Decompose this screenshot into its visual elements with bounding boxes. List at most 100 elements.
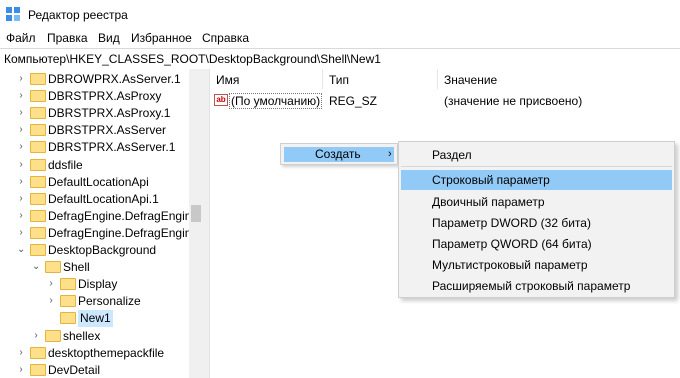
chevron-right-icon[interactable]: › [47,296,55,306]
folder-icon [45,261,61,274]
folder-icon [30,346,46,359]
tree-scrollbar[interactable] [189,69,203,378]
tree-item-label: DevDetail [48,362,101,377]
chevron-right-icon[interactable]: › [17,176,25,186]
tree-item[interactable]: › desktopthemepackfile [0,345,189,362]
folder-icon [30,363,46,376]
menu-separator [401,166,672,167]
tree-item[interactable]: ⌄ Shell [0,259,189,276]
tree-item-label: DefaultLocationApi.1 [48,191,159,206]
folder-icon [30,90,46,103]
folder-icon [30,73,46,85]
tree-item[interactable]: › Personalize [0,293,189,310]
column-separator[interactable] [437,69,438,89]
tree-item[interactable]: › DevDetail [0,362,189,378]
chevron-right-icon[interactable]: › [17,159,25,169]
window-title: Редактор реестра [28,8,128,22]
tree-item[interactable]: › DefaultLocationApi [0,174,189,191]
submenu-item-label: Двоичный параметр [432,195,545,209]
address-bar[interactable]: Компьютер\HKEY_CLASSES_ROOT\DesktopBackg… [0,48,680,70]
chevron-down-icon[interactable]: ⌄ [17,245,25,255]
menu-create-label: Создать [315,147,361,161]
value-data: (значение не присвоено) [444,94,583,108]
chevron-right-icon[interactable]: › [17,347,25,357]
column-header-type[interactable]: Тип [329,73,349,87]
tree-item[interactable]: › DBROWPRX.AsServer.1 [0,71,189,88]
menu-view[interactable]: Вид [98,30,120,47]
folder-icon [30,107,46,120]
tree-item-label: shellex [63,328,101,343]
address-path[interactable]: Компьютер\HKEY_CLASSES_ROOT\DesktopBackg… [4,52,381,66]
chevron-right-icon[interactable]: › [17,364,25,374]
chevron-down-icon[interactable]: ⌄ [32,262,40,272]
tree-item-label: DBROWPRX.AsServer.1 [48,72,181,86]
tree-item[interactable]: › DBRSTPRX.AsServer.1 [0,139,189,156]
folder-icon [30,158,46,171]
column-header-data[interactable]: Значение [444,73,497,87]
tree-item[interactable]: › DBRSTPRX.AsProxy.1 [0,105,189,122]
chevron-right-icon[interactable]: › [17,142,25,152]
folder-icon [30,124,46,137]
submenu-item-label: Параметр DWORD (32 бита) [432,216,591,230]
tree-item[interactable]: ⌄ DesktopBackground [0,242,189,259]
chevron-right-icon[interactable]: › [17,74,25,84]
submenu-item[interactable]: Параметр DWORD (32 бита) [401,213,672,233]
create-submenu: Раздел Строковый параметр Двоичный парамет… [398,141,675,298]
submenu-item-label: Расширяемый строковый параметр [432,279,631,293]
column-header-name[interactable]: Имя [216,73,239,87]
folder-icon [30,209,46,222]
submenu-item[interactable]: Строковый параметр [401,170,672,190]
menu-favorites[interactable]: Избранное [131,30,192,47]
tree-item[interactable]: › DBRSTPRX.AsServer [0,122,189,139]
tree-item[interactable]: › DefaultLocationApi.1 [0,191,189,208]
tree-item-label: New1 [78,310,113,328]
menu-file[interactable]: Файл [6,30,36,47]
submenu-item[interactable]: Параметр QWORD (64 бита) [401,234,672,254]
pane-splitter[interactable] [203,69,210,378]
folder-icon [60,278,76,291]
column-separator[interactable] [322,69,323,89]
chevron-right-icon[interactable]: › [17,210,25,220]
tree-item-label: DefragEngine.DefragEngine [48,208,199,223]
tree-item[interactable]: › Display [0,276,189,293]
tree-item[interactable]: › shellex [0,328,189,345]
tree-item[interactable]: New1 [0,310,189,328]
folder-icon [30,141,46,154]
context-menu: Создать › [280,143,398,165]
menu-help[interactable]: Справка [202,30,249,47]
tree-item[interactable]: › ddsfile [0,157,189,174]
key-tree[interactable]: › DBROWPRX.AsServer.1 › DBRSTPRX.AsProxy › DB… [0,69,203,378]
submenu-item[interactable]: Мультистроковый параметр [401,255,672,275]
tree-item-label: Display [78,277,118,292]
tree-item[interactable]: › DBRSTPRX.AsProxy [0,88,189,105]
submenu-item-label: Параметр QWORD (64 бита) [432,237,592,251]
title-bar: Редактор реестра [0,0,680,30]
tree-item-label: DefragEngine.DefragEngine. [48,225,202,240]
registry-editor-icon [6,7,20,21]
chevron-right-icon[interactable]: › [17,125,25,135]
value-name[interactable]: (По умолчанию) [229,93,323,109]
tree-scrollbar-thumb[interactable] [191,205,201,222]
menu-edit[interactable]: Правка [47,30,88,47]
submenu-item[interactable]: Расширяемый строковый параметр [401,276,672,296]
chevron-right-icon[interactable]: › [32,330,40,340]
tree-item[interactable]: › DefragEngine.DefragEngine [0,208,198,225]
submenu-item[interactable]: Раздел [401,145,672,165]
tree-item-label: DBRSTPRX.AsProxy [48,89,162,104]
value-row[interactable]: ab (По умолчанию) REG_SZ (значение не пр… [210,92,680,109]
chevron-right-icon[interactable]: › [17,108,25,118]
tree-item[interactable]: › DefragEngine.DefragEngine. [0,225,201,242]
submenu-item[interactable]: Двоичный параметр [401,192,672,212]
tree-item-label: DesktopBackground [48,243,157,257]
tree-item-label: desktopthemepackfile [48,345,165,360]
chevron-right-icon[interactable]: › [17,91,25,101]
menu-create[interactable]: Создать › [284,147,394,162]
chevron-right-icon[interactable]: › [47,279,55,289]
folder-icon [60,312,76,325]
tree-item-label: DBRSTPRX.AsServer.1 [48,140,176,155]
submenu-item-label: Строковый параметр [432,173,550,187]
tree-item-label: Shell [63,260,90,275]
chevron-right-icon[interactable]: › [17,227,25,237]
chevron-right-icon[interactable]: › [17,193,25,203]
tree-item-label: DefaultLocationApi [48,174,149,189]
